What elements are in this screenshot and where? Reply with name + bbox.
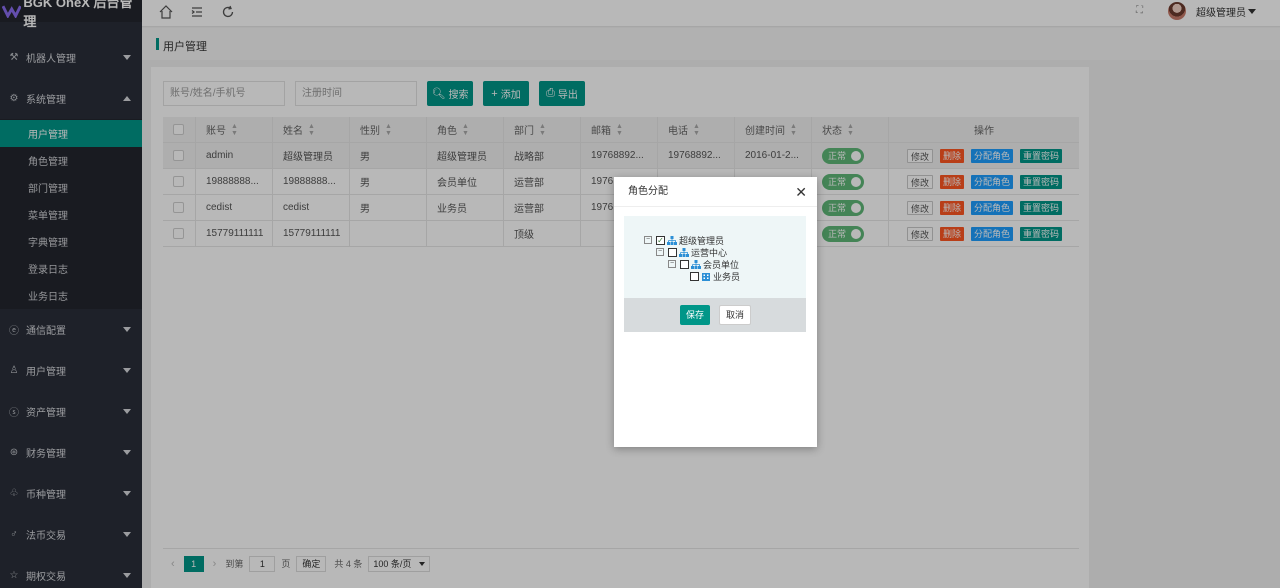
dialog-footer: 保存 取消 [624, 298, 806, 332]
cancel-button[interactable]: 取消 [719, 305, 751, 325]
org-icon [691, 259, 701, 269]
save-button[interactable]: 保存 [680, 305, 710, 325]
role-tree: − ✓ 超级管理员 − 运营中心 − 会员单位 业务员 [624, 216, 806, 298]
collapse-icon[interactable]: − [656, 248, 664, 256]
close-icon[interactable]: ✕ [795, 177, 807, 207]
dialog-title: 角色分配 [628, 186, 668, 197]
role-assign-dialog: 角色分配 ✕ − ✓ 超级管理员 − 运营中心 − 会员单位 业务员 保存 取消 [614, 177, 817, 447]
tree-checkbox[interactable] [690, 271, 699, 281]
tree-checkbox[interactable] [668, 247, 677, 257]
tree-node-super-admin[interactable]: − ✓ 超级管理员 [644, 234, 724, 246]
org-icon [667, 235, 677, 245]
tree-node-ops-center[interactable]: − 运营中心 [656, 246, 727, 258]
collapse-icon[interactable]: − [644, 236, 652, 244]
tree-node-salesperson[interactable]: 业务员 [690, 270, 740, 282]
tree-checkbox-checked[interactable]: ✓ [656, 235, 665, 245]
org-icon [679, 247, 689, 257]
dialog-header: 角色分配 ✕ [614, 177, 817, 207]
tree-checkbox[interactable] [680, 259, 689, 269]
tree-node-member-unit[interactable]: − 会员单位 [668, 258, 739, 270]
tree-node-label: 业务员 [713, 271, 741, 282]
building-icon [702, 272, 710, 281]
collapse-icon[interactable]: − [668, 260, 676, 268]
